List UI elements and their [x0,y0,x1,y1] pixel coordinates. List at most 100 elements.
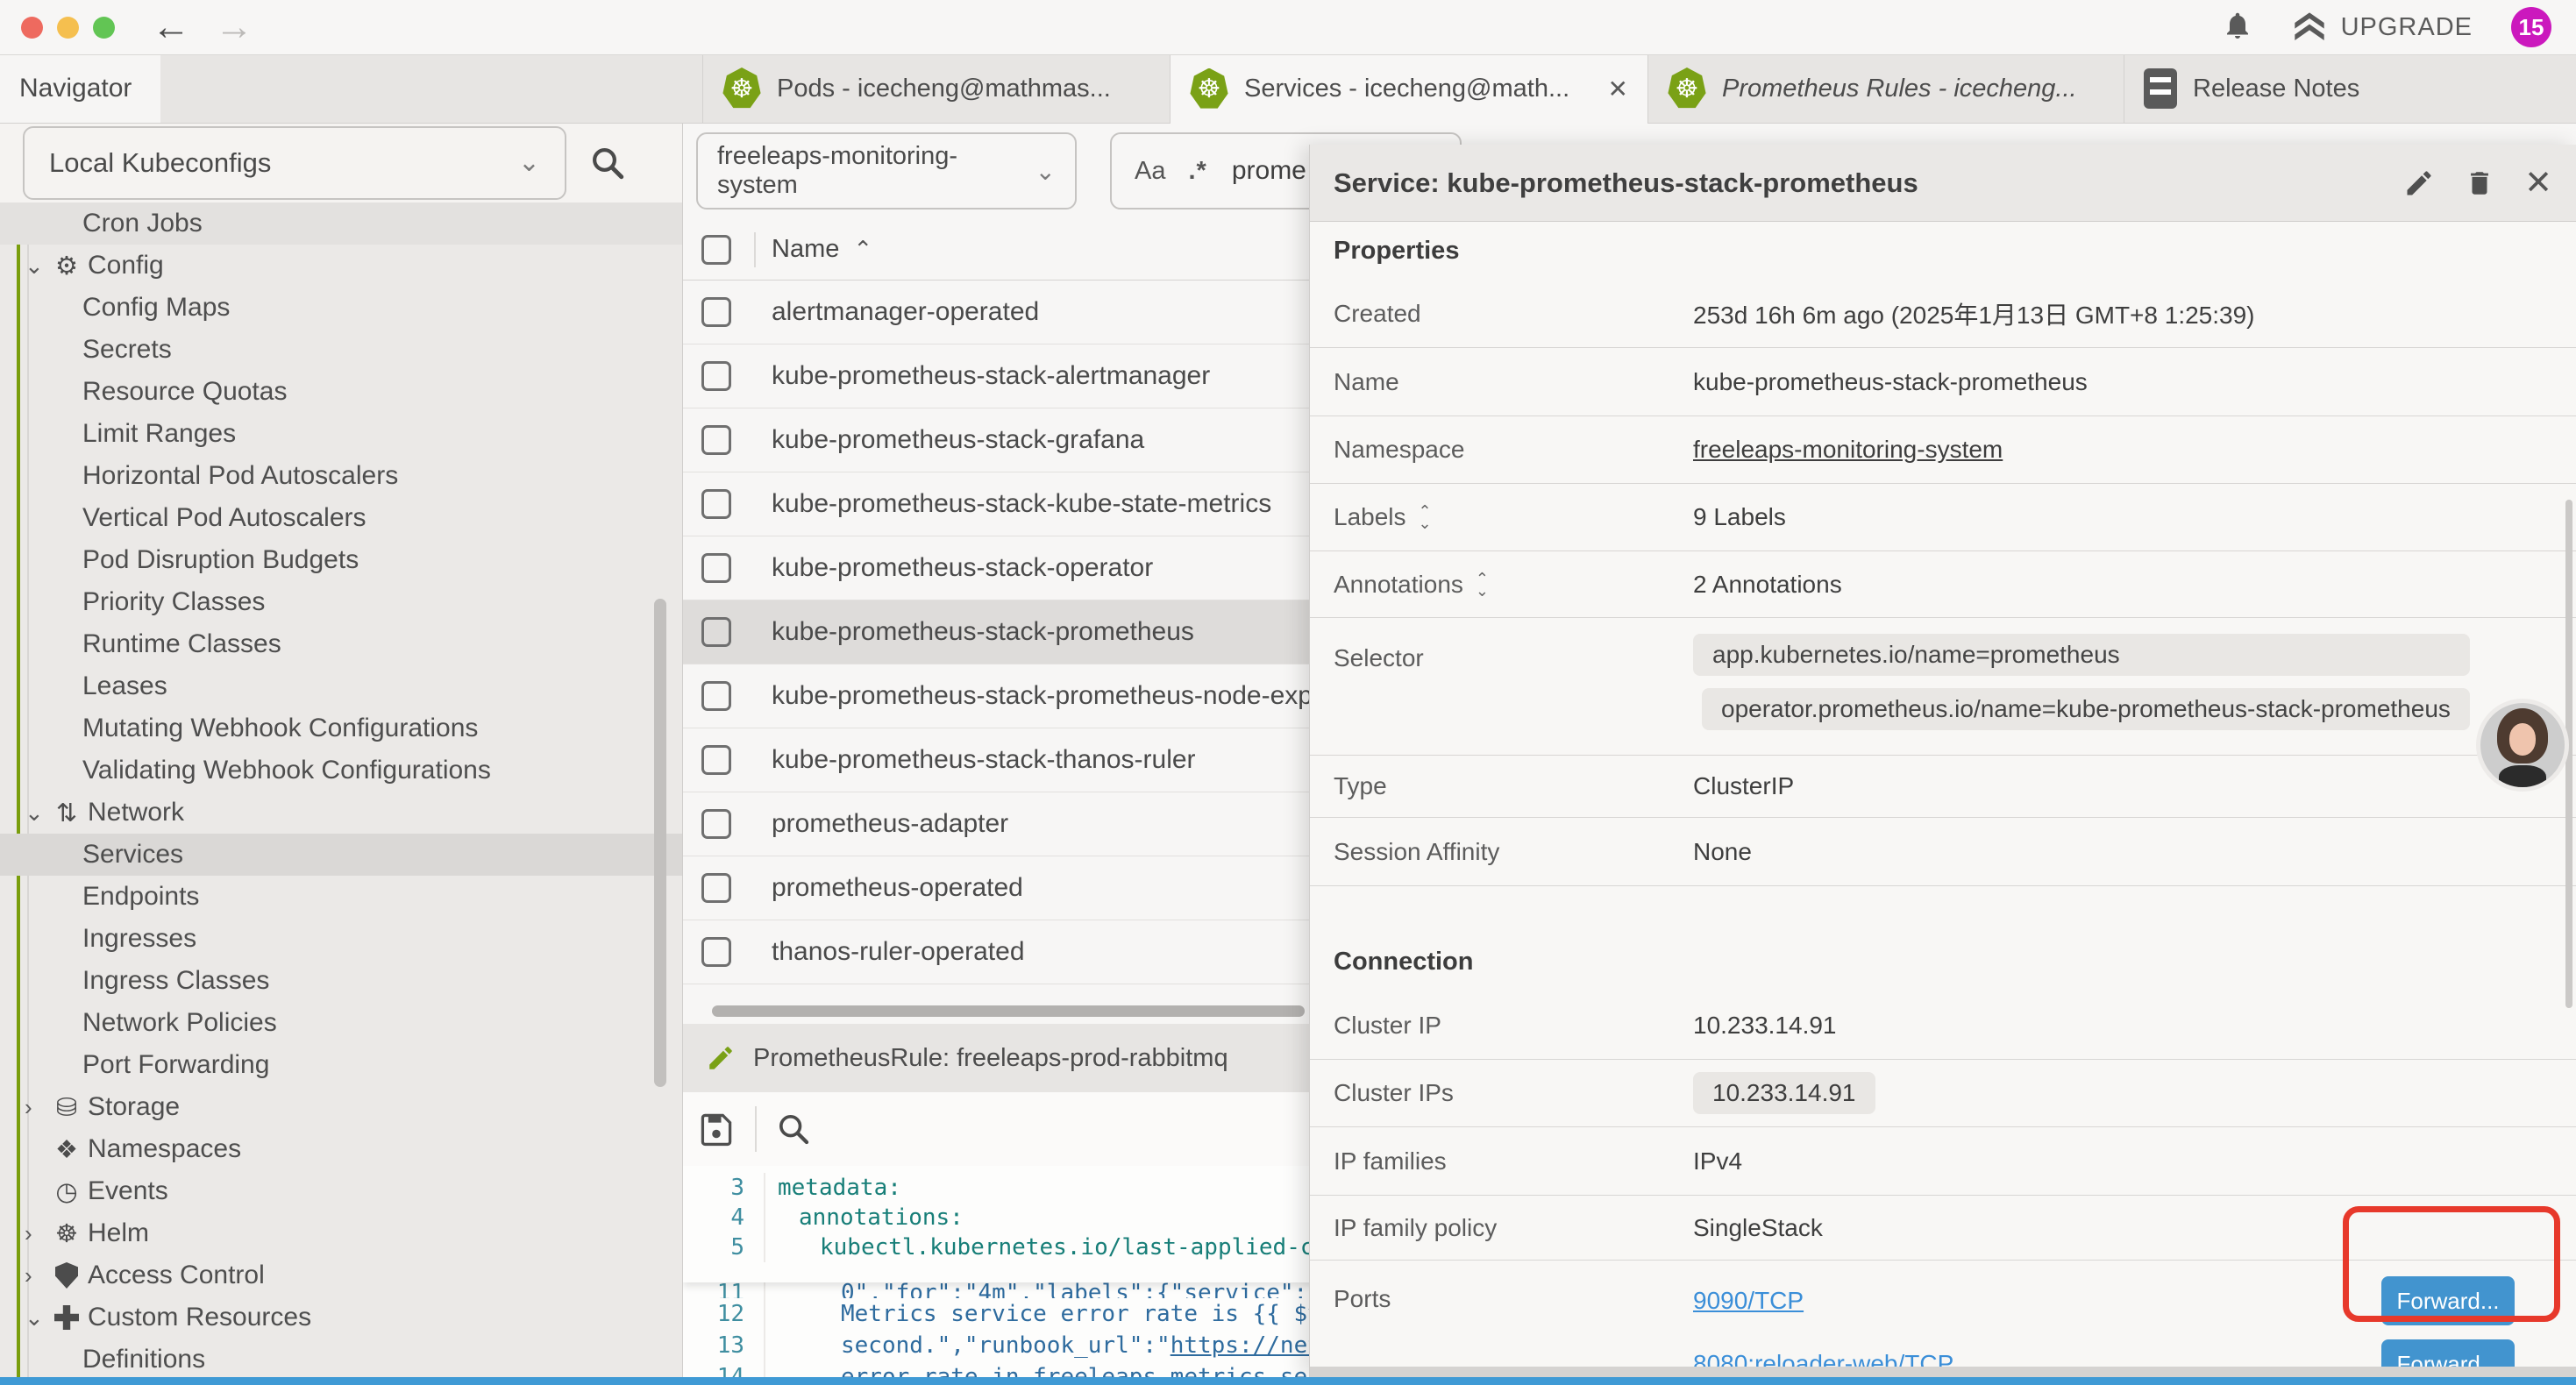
clock-icon: ◷ [51,1176,82,1207]
section-heading-connection: Connection [1310,886,2576,992]
close-tab-icon[interactable]: ✕ [1592,75,1628,103]
section-heading-properties: Properties [1310,221,2576,281]
table-horizontal-scrollbar[interactable] [712,1005,1305,1017]
puzzle-icon [51,1305,82,1330]
row-checkbox[interactable] [701,617,731,647]
sidebar-item-priority-classes[interactable]: Priority Classes [0,581,682,623]
navigator-panel-tab[interactable]: Navigator [0,54,160,123]
tab-services[interactable]: ☸ Services - icecheng@math... ✕ [1170,54,1647,124]
user-avatar[interactable] [2476,699,2569,792]
row-checkbox[interactable] [701,425,731,455]
row-checkbox[interactable] [701,937,731,967]
sidebar-item-ingress-classes[interactable]: Ingress Classes [0,960,682,1002]
row-checkbox[interactable] [701,553,731,583]
regex-toggle[interactable]: .* [1188,157,1206,186]
sidebar-item-storage[interactable]: › ⛁ Storage [0,1086,682,1128]
sidebar-item-network-policies[interactable]: Network Policies [0,1002,682,1044]
editor-search-icon[interactable] [776,1112,811,1147]
column-header-name[interactable]: Name [772,235,839,264]
sidebar-item-port-forwarding[interactable]: Port Forwarding [0,1044,682,1086]
row-annotations: Annotations ⌃⌄ 2 Annotations [1310,551,2576,618]
sidebar-item-leases[interactable]: Leases [0,665,682,707]
layers-icon: ❖ [51,1134,82,1165]
navigator-header: Local Kubeconfigs ⌄ [0,123,682,202]
sidebar-item-config-maps[interactable]: Config Maps [0,287,682,329]
minimize-window-icon[interactable] [57,17,79,39]
edit-pencil-icon [706,1043,736,1073]
sidebar-item-events[interactable]: ◷ Events [0,1170,682,1212]
tab-pods[interactable]: ☸ Pods - icecheng@mathmas... [702,54,1170,123]
sidebar-item-custom-resources[interactable]: ⌄ Custom Resources [0,1296,682,1339]
namespace-link[interactable]: freeleaps-monitoring-system [1693,436,2003,464]
row-checkbox[interactable] [701,873,731,903]
sidebar-item-validating-webhook-configurations[interactable]: Validating Webhook Configurations [0,749,682,792]
drawer-title: Service: kube-prometheus-stack-prometheu… [1334,167,1918,199]
tree-chevron-icon[interactable]: › [25,1094,51,1121]
sidebar-item-helm[interactable]: › ☸ Helm [0,1212,682,1254]
back-arrow-icon[interactable]: ← [152,8,190,46]
sidebar-item-config[interactable]: ⌄ ⚙ Config [0,245,682,287]
select-all-checkbox[interactable] [701,235,731,265]
notification-count-badge[interactable]: 15 [2511,7,2551,47]
row-checkbox[interactable] [701,809,731,839]
save-icon[interactable] [697,1110,736,1148]
notifications-bell-icon[interactable] [2222,9,2253,46]
forward-port-button[interactable]: Forward... [2381,1276,2515,1325]
line-number: 5 [683,1234,764,1261]
row-checkbox[interactable] [701,489,731,519]
row-checkbox[interactable] [701,745,731,775]
namespace-filter-select[interactable]: freeleaps-monitoring-system ⌄ [696,132,1077,210]
gears-icon: ⚙ [51,251,82,281]
window-bottom-bar [0,1377,2576,1385]
sidebar-search-icon[interactable] [589,145,626,181]
row-checkbox[interactable] [701,681,731,711]
close-window-icon[interactable] [21,17,43,39]
sidebar-item-runtime-classes[interactable]: Runtime Classes [0,623,682,665]
sidebar-item-secrets[interactable]: Secrets [0,329,682,371]
kubeconfig-source-select[interactable]: Local Kubeconfigs ⌄ [23,126,566,200]
tab-release-notes[interactable]: Release Notes [2124,54,2576,123]
sidebar-item-cron-jobs[interactable]: Cron Jobs [0,202,682,245]
sidebar-scrollbar[interactable] [654,599,666,1087]
upgrade-button[interactable]: UPGRADE [2292,10,2473,45]
close-drawer-icon[interactable]: ✕ [2524,163,2552,202]
tree-chevron-icon[interactable]: › [25,1220,51,1247]
chevron-down-icon: ⌄ [1035,157,1056,186]
sidebar-item-resource-quotas[interactable]: Resource Quotas [0,371,682,413]
sidebar-item-horizontal-pod-autoscalers[interactable]: Horizontal Pod Autoscalers [0,455,682,497]
sidebar-item-pod-disruption-budgets[interactable]: Pod Disruption Budgets [0,539,682,581]
resource-tree: Cron Jobs ⌄ ⚙ Config Config Maps Secrets… [0,202,682,1377]
sidebar-item-namespaces[interactable]: ❖ Namespaces [0,1128,682,1170]
expand-labels-icon[interactable]: ⌃⌄ [1419,505,1432,529]
match-case-toggle[interactable]: Aa [1135,157,1165,186]
tree-chevron-icon[interactable]: ⌄ [25,252,51,280]
sidebar-item-network[interactable]: ⌄ ⇅ Network [0,792,682,834]
port-link[interactable]: 9090/TCP [1693,1287,1804,1315]
row-session-affinity: Session Affinity None [1310,818,2576,886]
toolbar-divider [755,1106,757,1152]
sidebar-item-services[interactable]: Services [0,834,682,876]
sidebar-item-ingresses[interactable]: Ingresses [0,918,682,960]
window-titlebar: ← → UPGRADE 15 [0,0,2576,55]
tree-chevron-icon[interactable]: ⌄ [25,799,51,827]
sidebar-item-limit-ranges[interactable]: Limit Ranges [0,413,682,455]
tab-prometheus-rules[interactable]: ☸ Prometheus Rules - icecheng... [1647,54,2124,123]
edit-pencil-icon[interactable] [2403,167,2435,199]
line-number: 13 [683,1332,764,1359]
tree-chevron-icon[interactable]: › [25,1262,51,1289]
sidebar-item-mutating-webhook-configurations[interactable]: Mutating Webhook Configurations [0,707,682,749]
delete-trash-icon[interactable] [2465,167,2494,199]
row-checkbox[interactable] [701,361,731,391]
sidebar-item-endpoints[interactable]: Endpoints [0,876,682,918]
sidebar-item-access-control[interactable]: › Access Control [0,1254,682,1296]
sidebar-item-definitions[interactable]: Definitions [0,1339,682,1377]
sort-ascending-icon[interactable]: ⌃ [853,236,872,263]
row-checkbox[interactable] [701,297,731,327]
tree-chevron-icon[interactable]: ⌄ [25,1304,51,1332]
zoom-window-icon[interactable] [93,17,115,39]
forward-arrow-icon[interactable]: → [215,8,253,46]
sidebar-item-vertical-pod-autoscalers[interactable]: Vertical Pod Autoscalers [0,497,682,539]
selector-badge: app.kubernetes.io/name=prometheus [1693,634,2470,676]
expand-annotations-icon[interactable]: ⌃⌄ [1476,572,1489,597]
dock-tab[interactable]: PrometheusRule: freeleaps-prod-rabbitmq [683,1024,1311,1092]
